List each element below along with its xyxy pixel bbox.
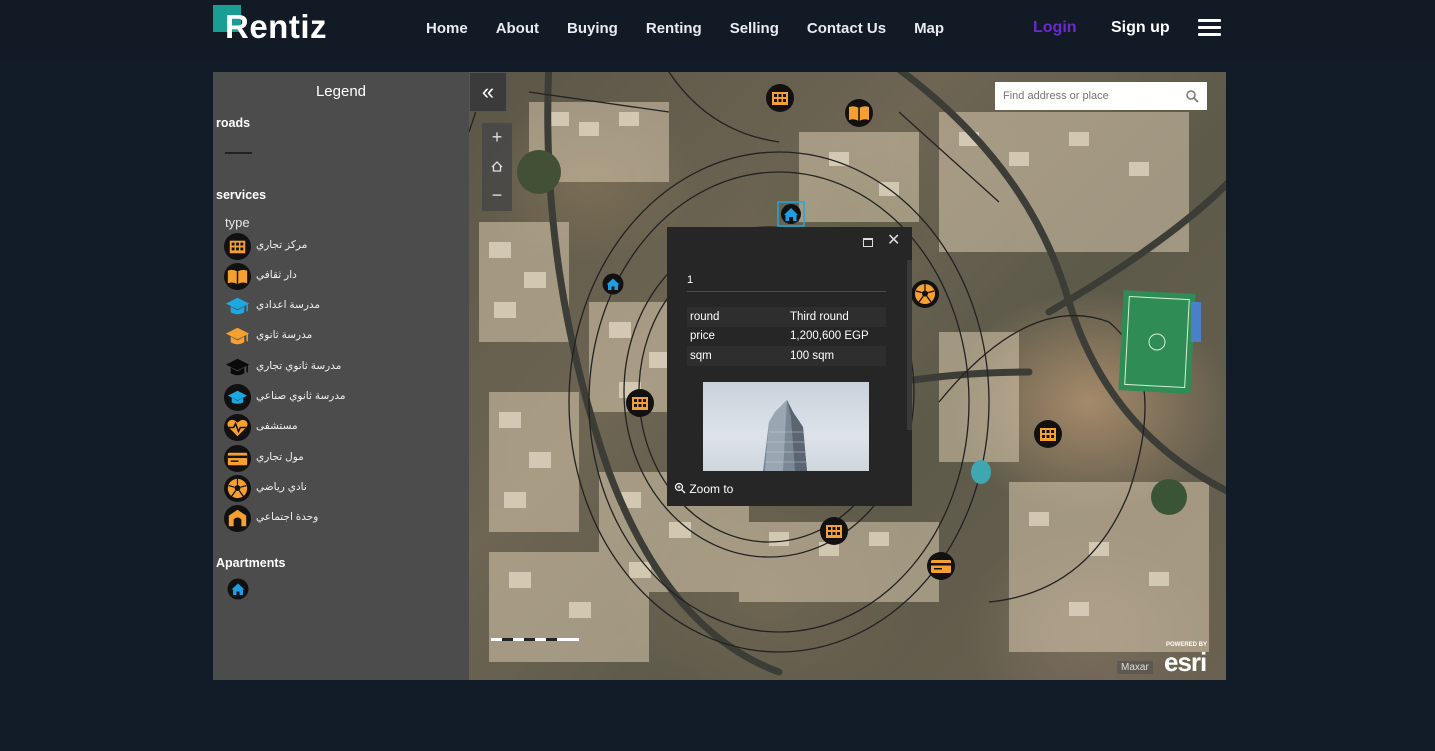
legend-label: دار ثقافي [256, 269, 297, 281]
legend-panel: Legend roads services type مركز تجاري دا… [213, 72, 469, 680]
legend-label: مدرسة اعدادي [256, 299, 321, 311]
nav-map[interactable]: Map [914, 20, 944, 37]
shopping-center-icon [223, 232, 252, 261]
graduation-cap-black-icon [225, 358, 250, 376]
esri-logo[interactable]: POWERED BY esri [1164, 642, 1220, 678]
nav-buying[interactable]: Buying [567, 20, 618, 37]
home-icon [491, 161, 503, 172]
nav-links: Home About Buying Renting Selling Contac… [426, 20, 972, 37]
attr-value: Third round [787, 307, 886, 327]
nav-contact-us[interactable]: Contact Us [807, 20, 886, 37]
cultural-house-marker[interactable] [844, 98, 874, 128]
search-button[interactable] [1178, 82, 1207, 110]
graduation-cap-circle-icon [223, 383, 252, 412]
legend-label: مدرسة ثانوي [256, 329, 313, 341]
maximize-icon[interactable] [863, 238, 873, 247]
legend-services-heading: services [216, 188, 267, 202]
mall-marker[interactable] [926, 551, 956, 581]
legend-item-shopping-center: مركز تجاري [223, 232, 463, 261]
legend-label: نادي رياضي [256, 481, 307, 493]
zoom-out-button[interactable]: − [482, 181, 512, 210]
legend-label: وحدة اجتماعي [256, 511, 319, 523]
attr-value: 100 sqm [787, 346, 886, 366]
attr-key: price [690, 330, 715, 343]
legend-label: مستشفى [256, 420, 298, 432]
table-row: sqm 100 sqm [687, 346, 886, 366]
logo-text: Rentiz [225, 8, 327, 45]
attr-value: 1,200,600 EGP [790, 330, 869, 343]
hamburger-icon[interactable] [1198, 19, 1221, 37]
legend-item-hospital: مستشفى [223, 413, 463, 442]
shopping-center-marker[interactable] [765, 83, 795, 113]
zoom-to-button[interactable]: Zoom to [674, 482, 733, 496]
legend-label: مول تجاري [256, 451, 304, 463]
legend-item-sports-club: نادي رياضي [223, 474, 463, 503]
soccer-ball-icon [223, 474, 252, 503]
home-button[interactable] [482, 152, 512, 181]
map-search-box [995, 82, 1207, 110]
login-link[interactable]: Login [1033, 19, 1077, 37]
legend-apartments-heading: Apartments [216, 556, 286, 570]
legend-label: مدرسة ثانوي تجاري [256, 360, 342, 372]
table-row: round Third round [687, 307, 886, 327]
legend-type-label: type [225, 215, 250, 230]
popup-header: ✕ [667, 227, 912, 257]
selected-apartment-marker[interactable] [776, 200, 806, 228]
esri-wordmark: esri [1164, 647, 1207, 677]
building-image [763, 400, 807, 471]
map-attribution[interactable]: Maxar [1117, 661, 1153, 674]
attr-key: sqm [687, 346, 787, 366]
popup-title: 1 [687, 274, 694, 286]
signup-link[interactable]: Sign up [1111, 19, 1170, 37]
heart-pulse-icon [223, 413, 252, 442]
community-unit-icon [223, 504, 252, 533]
map-zoom-control: + − [482, 123, 512, 211]
address-search-input[interactable] [995, 82, 1178, 110]
attr-key: round [687, 307, 787, 327]
legend-item-cultural-house: دار ثقافي [223, 262, 463, 291]
apartment-home-icon [227, 578, 249, 600]
search-icon [1186, 90, 1199, 103]
credit-card-icon [223, 444, 252, 473]
graduation-cap-blue-icon [225, 297, 250, 315]
legend-item-prep-school: مدرسة اعدادي [223, 292, 463, 320]
top-navbar: Rentiz Home About Buying Renting Selling… [0, 0, 1435, 58]
shopping-center-marker[interactable] [1033, 419, 1063, 449]
table-row: price 1,200,600 EGP [687, 327, 886, 347]
road-line-symbol [225, 152, 252, 154]
legend-item-social-unit: وحدة اجتماعي [223, 504, 463, 533]
legend-item-commercial-secondary: مدرسة ثانوي تجاري [223, 353, 463, 381]
nav-about[interactable]: About [496, 20, 539, 37]
sports-club-marker[interactable] [910, 279, 940, 309]
legend-roads-heading: roads [216, 116, 251, 130]
apartment-marker[interactable] [602, 273, 624, 295]
legend-label: مركز تجاري [256, 239, 308, 251]
legend-item-mall: مول تجاري [223, 444, 463, 473]
popup-scrollbar[interactable] [907, 260, 912, 430]
book-icon [223, 262, 252, 291]
graduation-cap-orange-icon [225, 327, 250, 345]
nav-selling[interactable]: Selling [730, 20, 779, 37]
rentiz-logo[interactable]: Rentiz [213, 5, 343, 45]
feature-popup: ✕ 1 round Third round price 1,200,600 EGP … [667, 227, 912, 506]
popup-attributes-table: round Third round price 1,200,600 EGP sqm 1… [687, 307, 886, 366]
close-icon[interactable]: ✕ [887, 233, 900, 249]
nav-home[interactable]: Home [426, 20, 468, 37]
legend-item-industrial-secondary: مدرسة ثانوي صناعي [223, 383, 463, 412]
legend-title: Legend [315, 83, 367, 100]
map-scale-bar [491, 638, 579, 641]
legend-item-secondary-school: مدرسة ثانوي [223, 322, 463, 350]
collapse-legend-button[interactable]: « [469, 72, 507, 112]
apartment-photo [703, 382, 869, 471]
zoom-to-icon [674, 482, 686, 494]
zoom-in-button[interactable]: + [482, 123, 512, 152]
zoom-to-label: Zoom to [689, 482, 734, 496]
nav-renting[interactable]: Renting [646, 20, 702, 37]
legend-label: مدرسة ثانوي صناعي [256, 390, 346, 402]
popup-divider [687, 291, 886, 292]
shopping-center-marker[interactable] [819, 516, 849, 546]
shopping-center-marker[interactable] [625, 388, 655, 418]
